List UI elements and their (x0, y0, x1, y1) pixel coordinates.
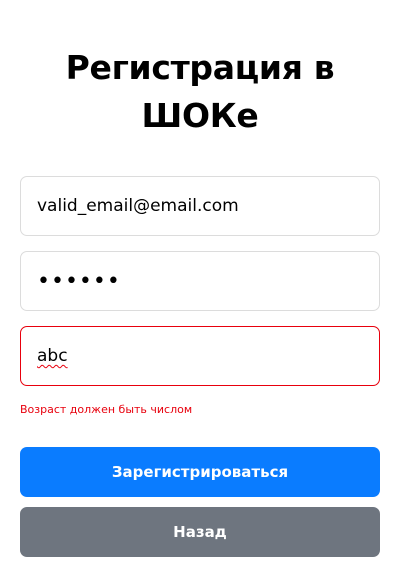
page-title: Регистрация в ШОКе (65, 48, 335, 135)
email-field[interactable]: valid_email@email.com (20, 176, 380, 236)
password-field[interactable]: •••••• (20, 251, 380, 311)
password-value: •••••• (37, 268, 121, 294)
age-error-message: Возраст должен быть числом (20, 403, 193, 416)
back-button[interactable]: Назад (20, 507, 380, 557)
email-value: valid_email@email.com (37, 196, 239, 216)
register-button[interactable]: Зарегистрироваться (20, 447, 380, 497)
age-value: abc (37, 346, 68, 366)
age-field[interactable]: abc (20, 326, 380, 386)
